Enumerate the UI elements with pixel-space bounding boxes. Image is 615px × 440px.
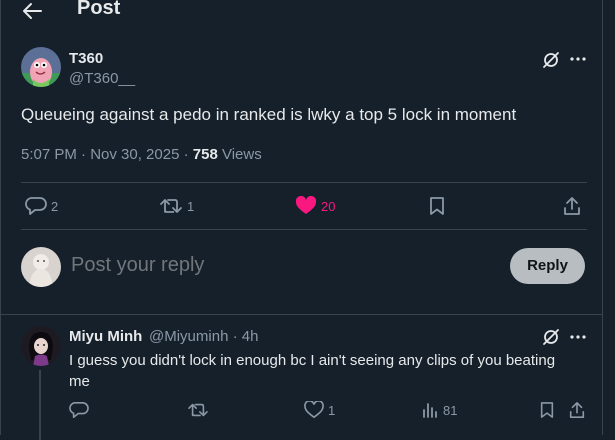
- views-count: 81: [443, 402, 458, 418]
- reply-icon: [69, 401, 89, 419]
- avatar[interactable]: [21, 47, 61, 87]
- page-title: Post: [77, 0, 121, 19]
- share-icon: [569, 401, 585, 419]
- reply-action[interactable]: [69, 401, 93, 419]
- repost-action[interactable]: [187, 401, 213, 419]
- reply-button[interactable]: Reply: [510, 248, 585, 284]
- current-user-avatar[interactable]: [21, 247, 61, 287]
- avatar-image: [21, 247, 61, 287]
- like-count: 1: [328, 402, 336, 418]
- repost-icon: [160, 199, 182, 213]
- section-divider: [1, 314, 602, 315]
- like-count: 20: [321, 198, 336, 214]
- reply-input[interactable]: Post your reply: [71, 254, 204, 277]
- reply-icon: [25, 197, 47, 215]
- bookmark-action[interactable]: [428, 196, 446, 216]
- bookmark-action[interactable]: [539, 401, 555, 419]
- reply-author-name[interactable]: Miyu Minh: [69, 328, 142, 345]
- bookmark-icon: [540, 402, 554, 418]
- heart-icon: [304, 401, 324, 419]
- post-timestamp[interactable]: 5:07 PM · Nov 30, 2025 ·: [21, 146, 193, 163]
- views-count: 758: [192, 146, 218, 163]
- post-text: Queueing against a pedo in ranked is lwk…: [21, 105, 517, 124]
- views-icon: [423, 403, 437, 418]
- reply-count: 2: [51, 198, 59, 214]
- author-handle[interactable]: @T360__: [69, 70, 135, 87]
- repost-count: 1: [187, 198, 195, 214]
- like-action[interactable]: 1: [304, 401, 335, 419]
- reply-text: I guess you didn't lock in enough bc I a…: [69, 352, 556, 390]
- bookmark-icon: [430, 197, 444, 215]
- reply-author-handle[interactable]: @Miyuminh · 4h: [149, 328, 258, 345]
- reply-action[interactable]: 2: [25, 196, 58, 216]
- page-header: Post: [1, 0, 602, 24]
- thread-line: [39, 370, 41, 440]
- post-column: Post T360 @T360__ Queueing against a ped…: [0, 0, 603, 440]
- heart-icon: [295, 196, 317, 214]
- views-action[interactable]: 81: [421, 401, 457, 419]
- avatar-image: [21, 47, 61, 87]
- more-options-icon[interactable]: [569, 52, 587, 66]
- views-label: Views: [217, 146, 262, 163]
- share-action[interactable]: [562, 196, 582, 216]
- grok-icon[interactable]: [542, 328, 560, 346]
- avatar-image: [21, 326, 61, 366]
- repost-action[interactable]: 1: [159, 196, 194, 216]
- more-options-icon[interactable]: [569, 330, 587, 344]
- repost-icon: [188, 403, 208, 417]
- post-meta: 5:07 PM · Nov 30, 2025 · 758 Views: [21, 146, 262, 163]
- divider: [21, 182, 587, 183]
- share-action[interactable]: [568, 401, 586, 419]
- grok-icon[interactable]: [542, 51, 560, 69]
- reply-author-avatar[interactable]: [21, 326, 61, 366]
- like-action[interactable]: 20: [295, 196, 335, 216]
- back-arrow-icon[interactable]: [21, 1, 43, 21]
- share-icon: [564, 197, 580, 215]
- author-name[interactable]: T360: [69, 50, 103, 67]
- divider: [21, 229, 587, 230]
